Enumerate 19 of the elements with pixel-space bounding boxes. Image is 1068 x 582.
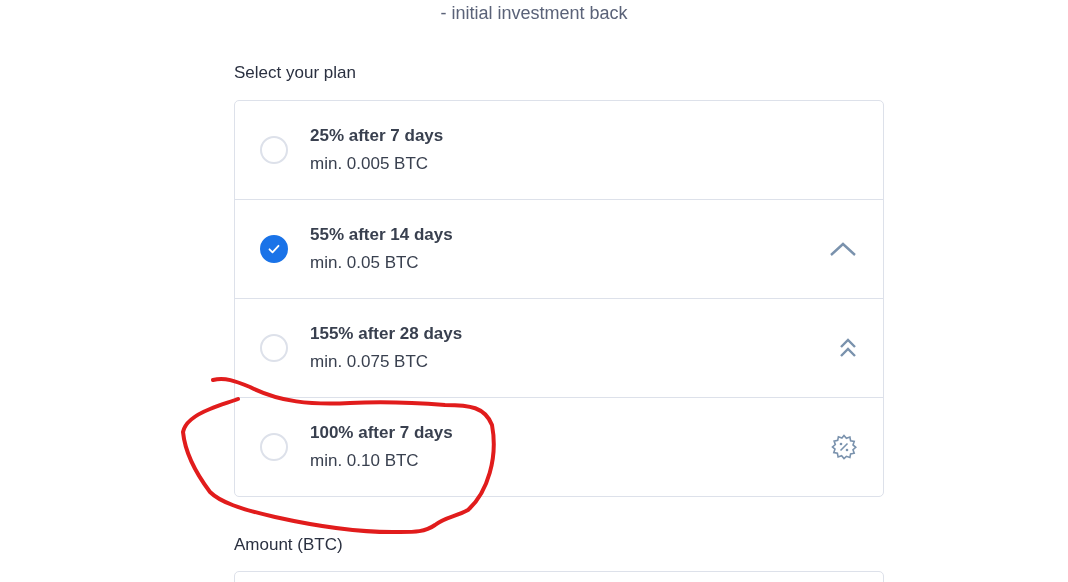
plan-minimum: min. 0.05 BTC (310, 253, 420, 273)
percent-badge-icon (831, 434, 857, 460)
intro-text: - initial investment back (439, 2, 629, 25)
plan-title: 25% after 7 days (310, 126, 445, 146)
amount-label: Amount (BTC) (234, 535, 344, 556)
plan-minimum: min. 0.10 BTC (310, 451, 420, 471)
plan-label: Select your plan (234, 63, 357, 84)
plan-title: 155% after 28 days (310, 324, 464, 344)
plan-option[interactable]: 155% after 28 days min. 0.075 BTC (235, 298, 883, 397)
radio-button[interactable] (260, 235, 288, 263)
plan-minimum: min. 0.075 BTC (310, 352, 430, 372)
plan-minimum: min. 0.005 BTC (310, 154, 430, 174)
chevron-up-icon (829, 241, 857, 257)
plan-option[interactable]: 55% after 14 days min. 0.05 BTC (235, 199, 883, 298)
plan-option[interactable]: 100% after 7 days min. 0.10 BTC (235, 397, 883, 496)
plan-title: 100% after 7 days (310, 423, 454, 443)
double-chevron-up-icon (839, 338, 857, 358)
plan-title: 55% after 14 days (310, 225, 454, 245)
plan-option[interactable]: 25% after 7 days min. 0.005 BTC (235, 101, 883, 199)
